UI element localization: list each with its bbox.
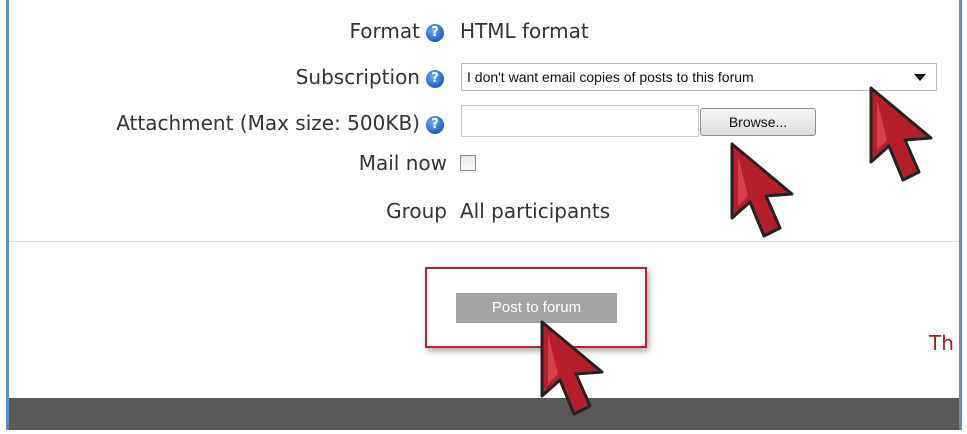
attachment-file-input[interactable] [461,105,699,137]
group-label: Group [386,199,447,223]
subscription-selected-value: I don't want email copies of posts to th… [467,69,754,85]
footer-bar [9,398,959,430]
subscription-label-row: Subscription? [296,65,444,89]
help-icon[interactable]: ? [426,69,444,88]
divider [9,241,959,242]
browse-button[interactable]: Browse... [700,108,816,136]
truncated-red-text: Th [929,331,954,355]
help-icon[interactable]: ? [426,23,444,42]
cursor-arrow-icon [730,142,794,238]
help-icon[interactable]: ? [426,115,444,134]
subscription-label: Subscription [295,65,420,89]
format-label-row: Format? [350,19,444,43]
mail-now-label: Mail now [358,151,447,175]
attachment-label: Attachment (Max size: 500KB) [116,111,420,135]
cursor-arrow-icon [869,86,933,182]
format-label: Format [349,19,420,43]
mail-now-checkbox[interactable] [460,155,476,171]
cursor-arrow-icon [540,320,604,416]
attachment-label-row: Attachment (Max size: 500KB)? [116,111,444,135]
chevron-down-icon [914,74,926,81]
group-value: All participants [460,199,611,223]
format-value: HTML format [460,19,589,43]
forum-post-form: Format? HTML format Subscription? I don'… [6,0,962,430]
